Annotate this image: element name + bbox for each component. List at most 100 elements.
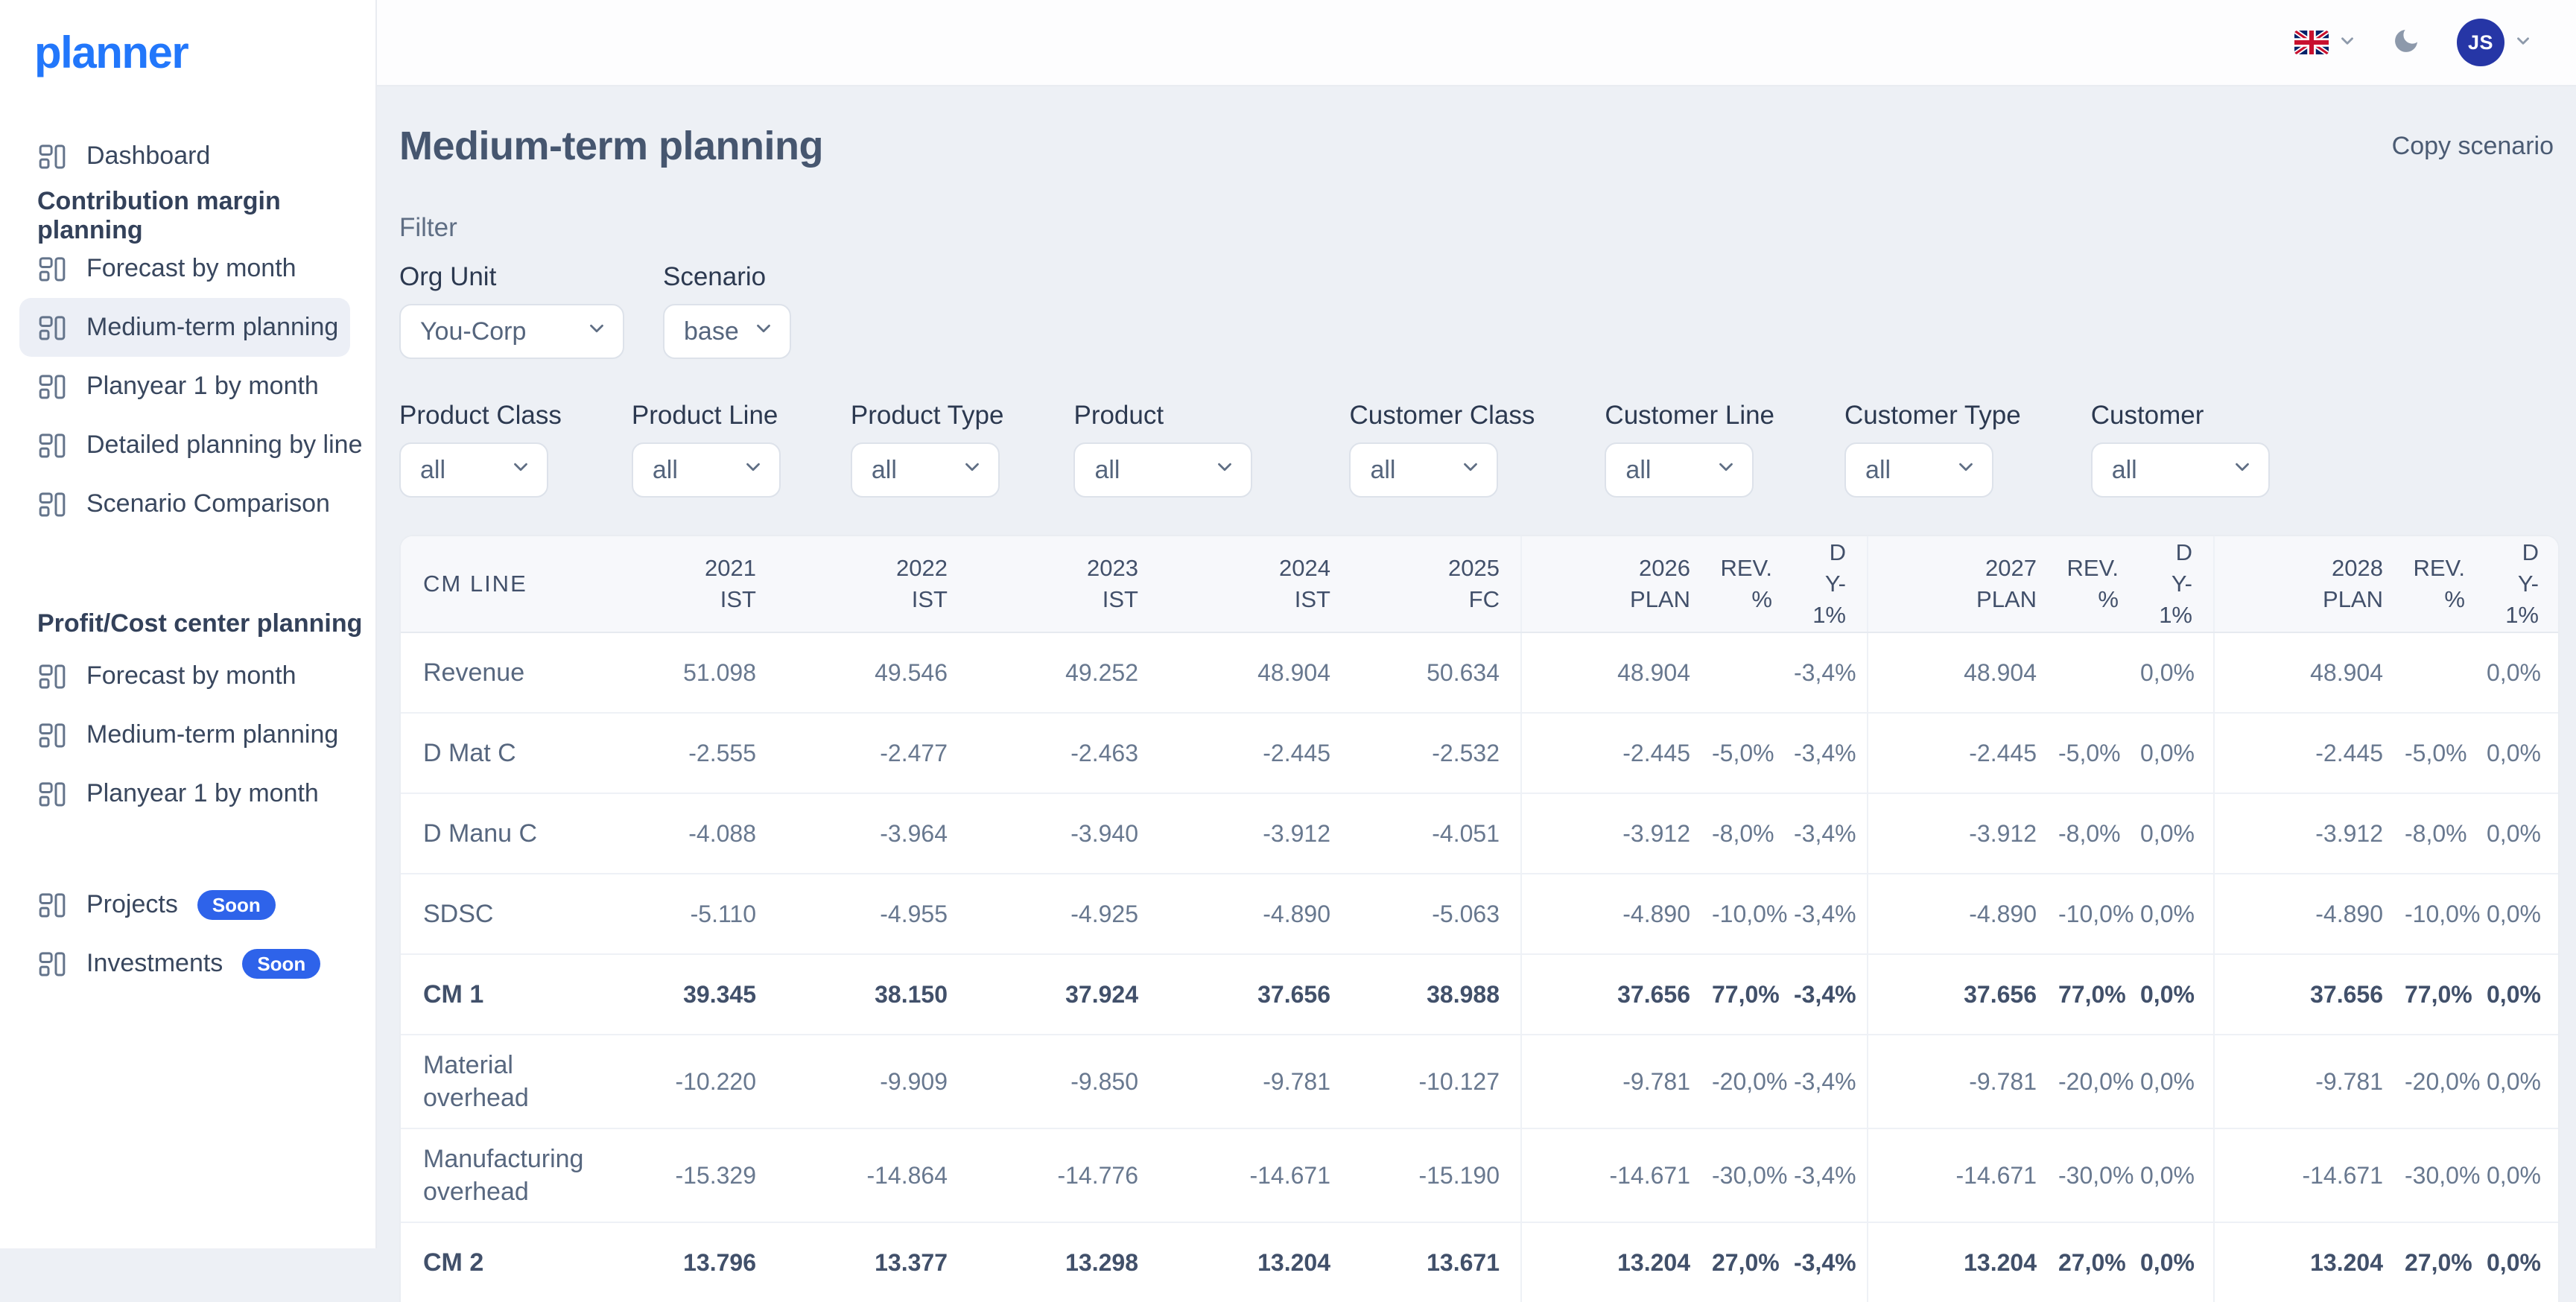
cell-2027-delta-y1: 0,0% — [2139, 1222, 2214, 1302]
cell-2028-plan: -14.671 — [2214, 1128, 2404, 1222]
user-menu[interactable]: JS — [2457, 19, 2533, 66]
column-header-2026-delta-y1: DY-1% — [1793, 536, 1868, 632]
avatar: JS — [2457, 19, 2504, 66]
sidebar-item-dashboard[interactable]: Dashboard — [19, 127, 350, 185]
product-select[interactable]: all — [1073, 442, 1252, 498]
cell-2028-rev-pct: -10,0% — [2404, 874, 2486, 954]
sidebar-section-title: Profit/Cost center planning — [0, 600, 375, 647]
cell-2023-ist: -4.925 — [968, 874, 1159, 954]
cell-2023-ist: -9.850 — [968, 1035, 1159, 1128]
scenario-select[interactable]: base — [663, 304, 791, 359]
sidebar-group: Dashboard — [0, 127, 375, 185]
column-header-cm-line: CM LINE — [401, 536, 602, 632]
filter-field-product-class: Product Classall — [399, 401, 562, 498]
filter-field-product: Productall — [1073, 401, 1252, 498]
cell-2026-delta-y1: -3,4% — [1793, 954, 1868, 1035]
cell-2026-rev-pct: 27,0% — [1711, 1222, 1793, 1302]
org-unit-select[interactable]: You-Corp — [399, 304, 624, 359]
cell-2021-ist: -15.329 — [602, 1128, 777, 1222]
sidebar-item-projects[interactable]: ProjectsSoon — [19, 875, 350, 934]
product-line-select[interactable]: all — [632, 442, 781, 498]
dashboard-icon — [37, 949, 67, 979]
cell-2027-delta-y1: 0,0% — [2139, 874, 2214, 954]
column-header-line1: 2022 — [778, 553, 948, 584]
column-header-line2: PLAN — [1869, 584, 2037, 615]
row-label: CM 2 — [401, 1222, 602, 1302]
filter-field-label: Org Unit — [399, 262, 624, 292]
cell-2025-fc: -2.532 — [1351, 713, 1521, 793]
column-header-line1: 2024 — [1160, 553, 1330, 584]
dashboard-icon — [37, 431, 67, 460]
customer-select[interactable]: all — [2091, 442, 2270, 498]
main-content: Medium-term planning Copy scenario Filte… — [377, 86, 2576, 1248]
select-value: all — [1625, 456, 1651, 485]
customer-class-select[interactable]: all — [1349, 442, 1498, 498]
column-header-line1: 2027 — [1869, 553, 2037, 584]
sidebar-item-label: Investments — [86, 949, 223, 978]
select-value: all — [2112, 456, 2137, 485]
cell-2025-fc: -15.190 — [1351, 1128, 1521, 1222]
select-value: all — [653, 456, 678, 485]
cell-2026-plan: -14.671 — [1521, 1128, 1711, 1222]
cell-2028-rev-pct: -30,0% — [2404, 1128, 2486, 1222]
cell-2024-ist: 48.904 — [1159, 632, 1351, 713]
cell-2027-rev-pct: -5,0% — [2058, 713, 2139, 793]
sidebar-item-forecast-by-month[interactable]: Forecast by month — [19, 239, 350, 298]
cell-2028-rev-pct: -20,0% — [2404, 1035, 2486, 1128]
column-header-line2: IST — [778, 584, 948, 615]
column-header-2028-delta-y1: DY-1% — [2486, 536, 2560, 632]
language-selector[interactable] — [2294, 31, 2357, 54]
cell-2023-ist: -2.463 — [968, 713, 1159, 793]
sidebar-item-forecast-by-month[interactable]: Forecast by month — [19, 647, 350, 705]
sidebar-item-medium-term-planning[interactable]: Medium-term planning — [19, 705, 350, 764]
column-header-line1: REV. — [2058, 553, 2119, 584]
cell-2026-delta-y1: -3,4% — [1793, 1128, 1868, 1222]
select-value: base — [684, 317, 739, 346]
sidebar-item-detailed-planning-by-line[interactable]: Detailed planning by line — [19, 416, 350, 474]
product-class-select[interactable]: all — [399, 442, 548, 498]
cell-2026-rev-pct: 77,0% — [1711, 954, 1793, 1035]
sidebar-item-scenario-comparison[interactable]: Scenario Comparison — [19, 474, 350, 533]
page-title: Medium-term planning — [399, 122, 823, 170]
cell-2028-plan: -3.912 — [2214, 793, 2404, 874]
chevron-down-icon — [961, 456, 983, 485]
cell-2027-rev-pct: 77,0% — [2058, 954, 2139, 1035]
filter-field-product-line: Product Lineall — [632, 401, 781, 498]
column-header-line2: % — [2405, 584, 2465, 615]
cell-2026-rev-pct: -30,0% — [1711, 1128, 1793, 1222]
column-header-line2: % — [2058, 584, 2119, 615]
cell-2023-ist: 13.298 — [968, 1222, 1159, 1302]
sidebar-item-label: Forecast by month — [86, 661, 296, 690]
customer-line-select[interactable]: all — [1605, 442, 1754, 498]
soon-badge: Soon — [242, 949, 320, 979]
cell-2027-plan: -3.912 — [1868, 793, 2058, 874]
sidebar-item-investments[interactable]: Investments Soon — [19, 934, 350, 993]
copy-scenario-button[interactable]: Copy scenario — [2392, 132, 2554, 161]
cell-2028-delta-y1: 0,0% — [2486, 954, 2560, 1035]
filter-field-customer-class: Customer Classall — [1349, 401, 1535, 498]
cell-2025-fc: -4.051 — [1351, 793, 1521, 874]
column-header-line1: REV. — [2405, 553, 2465, 584]
filter-label: Filter — [399, 213, 2560, 243]
filter-field-customer-line: Customer Line all — [1605, 401, 1774, 498]
filter-field-label: Customer Line — [1605, 401, 1774, 431]
cell-2021-ist: 51.098 — [602, 632, 777, 713]
column-header-2028-plan: 2028PLAN — [2214, 536, 2404, 632]
sidebar-group: Contribution margin planningForecast by … — [0, 193, 375, 533]
sidebar-item-medium-term-planning[interactable]: Medium-term planning — [19, 298, 350, 357]
column-header-2026-rev-pct: REV.% — [1711, 536, 1793, 632]
product-type-select[interactable]: all — [851, 442, 1000, 498]
chevron-down-icon — [2513, 31, 2533, 54]
sidebar-item-planyear-1-by-month[interactable]: Planyear 1 by month — [19, 357, 350, 416]
cell-2028-delta-y1: 0,0% — [2486, 632, 2560, 713]
cell-2027-plan: -14.671 — [1868, 1128, 2058, 1222]
cell-2021-ist: -4.088 — [602, 793, 777, 874]
sidebar-item-planyear-1-by-month[interactable]: Planyear 1 by month — [19, 764, 350, 823]
cell-2024-ist: -2.445 — [1159, 713, 1351, 793]
sidebar-item-label: Forecast by month — [86, 254, 296, 283]
chevron-down-icon — [1214, 456, 1236, 485]
customer-type-select[interactable]: all — [1844, 442, 1993, 498]
dark-mode-toggle[interactable] — [2391, 26, 2421, 60]
planning-table-card: CM LINE2021IST2022IST2023IST2024IST2025F… — [399, 535, 2560, 1302]
sidebar-group: ProjectsSoon Investments Soon — [0, 875, 375, 993]
